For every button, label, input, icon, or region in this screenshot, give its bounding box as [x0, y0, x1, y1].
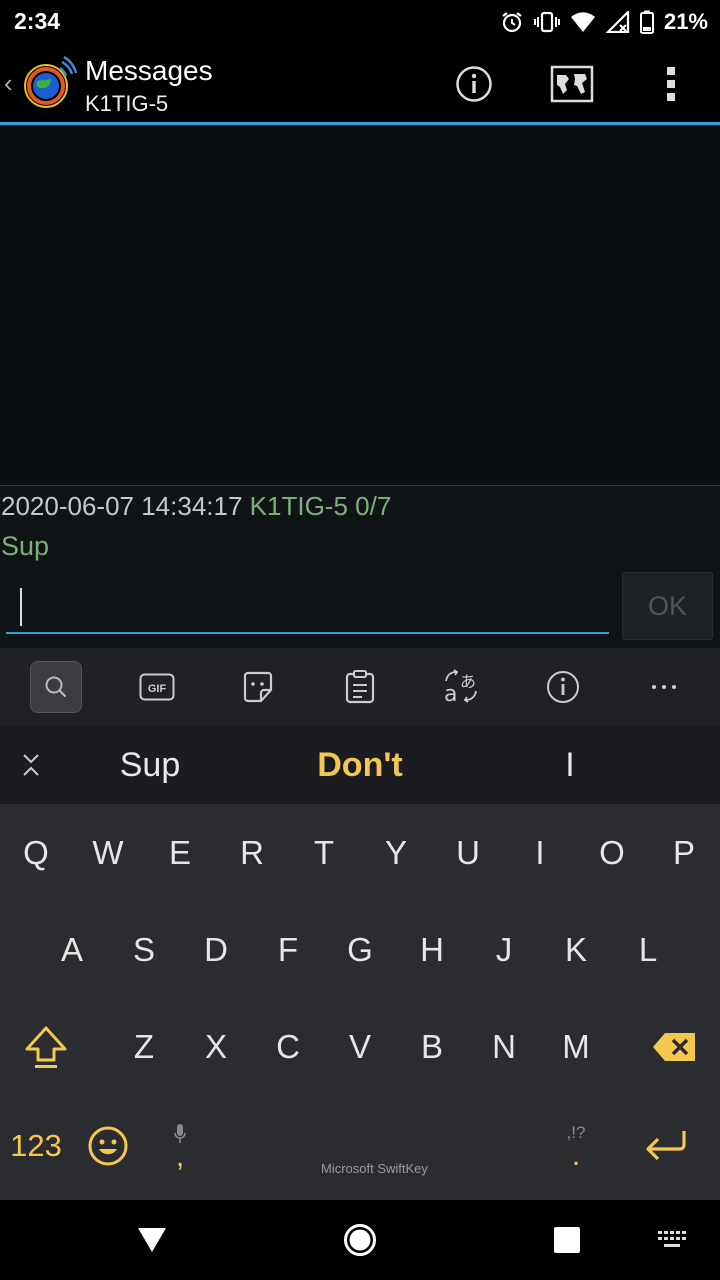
- status-bar: 2:34 21%: [0, 0, 720, 44]
- nav-back-icon[interactable]: [132, 1220, 172, 1260]
- sticker-icon[interactable]: [232, 661, 284, 713]
- app-action-bar: ‹ Messages K1TIG-5: [0, 44, 720, 124]
- key-h[interactable]: H: [396, 901, 468, 999]
- comma-label: ,: [175, 1140, 185, 1173]
- key-s[interactable]: S: [108, 901, 180, 999]
- key-u[interactable]: U: [432, 804, 504, 902]
- map-icon[interactable]: [548, 62, 596, 106]
- overflow-menu-icon[interactable]: [649, 62, 693, 106]
- nav-home-icon[interactable]: [340, 1220, 380, 1260]
- aprsdroid-logo-icon[interactable]: [22, 54, 78, 110]
- svg-text:あ: あ: [460, 672, 476, 691]
- suggestion-right[interactable]: I: [530, 746, 610, 785]
- enter-key-icon[interactable]: [630, 1097, 702, 1195]
- info-icon[interactable]: [452, 62, 496, 106]
- gif-icon[interactable]: GIF: [131, 661, 183, 713]
- key-r[interactable]: R: [216, 804, 288, 902]
- collapse-icon[interactable]: [5, 739, 57, 791]
- vibrate-icon: [533, 11, 560, 33]
- message-list[interactable]: [0, 125, 720, 485]
- screen-subtitle-callsign: K1TIG-5: [85, 91, 169, 116]
- key-q[interactable]: Q: [0, 804, 72, 902]
- message-callsign: K1TIG-5 0/7: [249, 491, 392, 521]
- period-key[interactable]: ,!? .: [540, 1097, 612, 1195]
- numbers-key[interactable]: 123: [0, 1097, 72, 1195]
- alarm-icon: [500, 10, 524, 34]
- svg-text:GIF: GIF: [148, 683, 167, 695]
- key-m[interactable]: M: [540, 998, 612, 1096]
- status-time: 2:34: [14, 8, 61, 34]
- key-z[interactable]: Z: [108, 998, 180, 1096]
- key-g[interactable]: G: [324, 901, 396, 999]
- key-t[interactable]: T: [288, 804, 360, 902]
- key-p[interactable]: P: [648, 804, 720, 902]
- battery-level: 21%: [663, 9, 708, 34]
- screen-title: Messages: [85, 55, 213, 86]
- shift-key-icon[interactable]: [10, 998, 82, 1096]
- battery-icon: [639, 10, 654, 34]
- key-w[interactable]: W: [72, 804, 144, 902]
- nav-recents-icon[interactable]: [547, 1220, 587, 1260]
- message-text: Sup: [1, 531, 50, 561]
- more-icon[interactable]: [638, 661, 690, 713]
- key-d[interactable]: D: [180, 901, 252, 999]
- message-timestamp: 2020-06-07 14:34:17: [1, 491, 243, 521]
- key-x[interactable]: X: [180, 998, 252, 1096]
- back-chevron-icon[interactable]: ‹: [4, 68, 13, 99]
- key-c[interactable]: C: [252, 998, 324, 1096]
- swiftkey-brand: Microsoft SwiftKey: [321, 1161, 428, 1176]
- key-j[interactable]: J: [468, 901, 540, 999]
- suggestion-left[interactable]: Sup: [90, 746, 210, 785]
- key-b[interactable]: B: [396, 998, 468, 1096]
- navigation-bar: [0, 1200, 720, 1280]
- clipboard-icon[interactable]: [334, 661, 386, 713]
- key-v[interactable]: V: [324, 998, 396, 1096]
- key-y[interactable]: Y: [360, 804, 432, 902]
- key-f[interactable]: F: [252, 901, 324, 999]
- key-i[interactable]: I: [504, 804, 576, 902]
- suggestion-strip: Sup Don't I: [0, 726, 720, 804]
- key-e[interactable]: E: [144, 804, 216, 902]
- wifi-icon: [570, 11, 596, 33]
- space-bar[interactable]: Microsoft SwiftKey: [216, 1097, 540, 1195]
- message-area: 2020-06-07 14:34:17 K1TIG-5 0/7 Sup OK: [0, 486, 720, 648]
- key-l[interactable]: L: [612, 901, 684, 999]
- keyboard-keys: Q W E R T Y U I O P A S D F G H J K L Z …: [0, 804, 720, 1200]
- suggestion-center[interactable]: Don't: [290, 746, 430, 785]
- svg-text:a: a: [444, 682, 457, 705]
- signal-icon: [605, 11, 630, 33]
- key-n[interactable]: N: [468, 998, 540, 1096]
- ok-button[interactable]: OK: [622, 572, 713, 640]
- message-input[interactable]: [6, 574, 609, 634]
- message-header: 2020-06-07 14:34:17 K1TIG-5 0/7: [1, 491, 391, 522]
- translate-icon[interactable]: aあ: [435, 661, 487, 713]
- info-icon[interactable]: [537, 661, 589, 713]
- comma-key[interactable]: ,: [144, 1097, 216, 1195]
- period-label: .: [571, 1139, 581, 1172]
- key-a[interactable]: A: [36, 901, 108, 999]
- status-icons: 21%: [500, 8, 708, 36]
- keyboard-toolbar: GIF aあ: [0, 648, 720, 726]
- keyboard-switch-icon[interactable]: [652, 1220, 692, 1260]
- key-k[interactable]: K: [540, 901, 612, 999]
- emoji-key-icon[interactable]: [72, 1097, 144, 1195]
- search-icon[interactable]: [30, 661, 82, 713]
- text-cursor: [20, 588, 22, 626]
- backspace-key-icon[interactable]: [638, 998, 710, 1096]
- key-o[interactable]: O: [576, 804, 648, 902]
